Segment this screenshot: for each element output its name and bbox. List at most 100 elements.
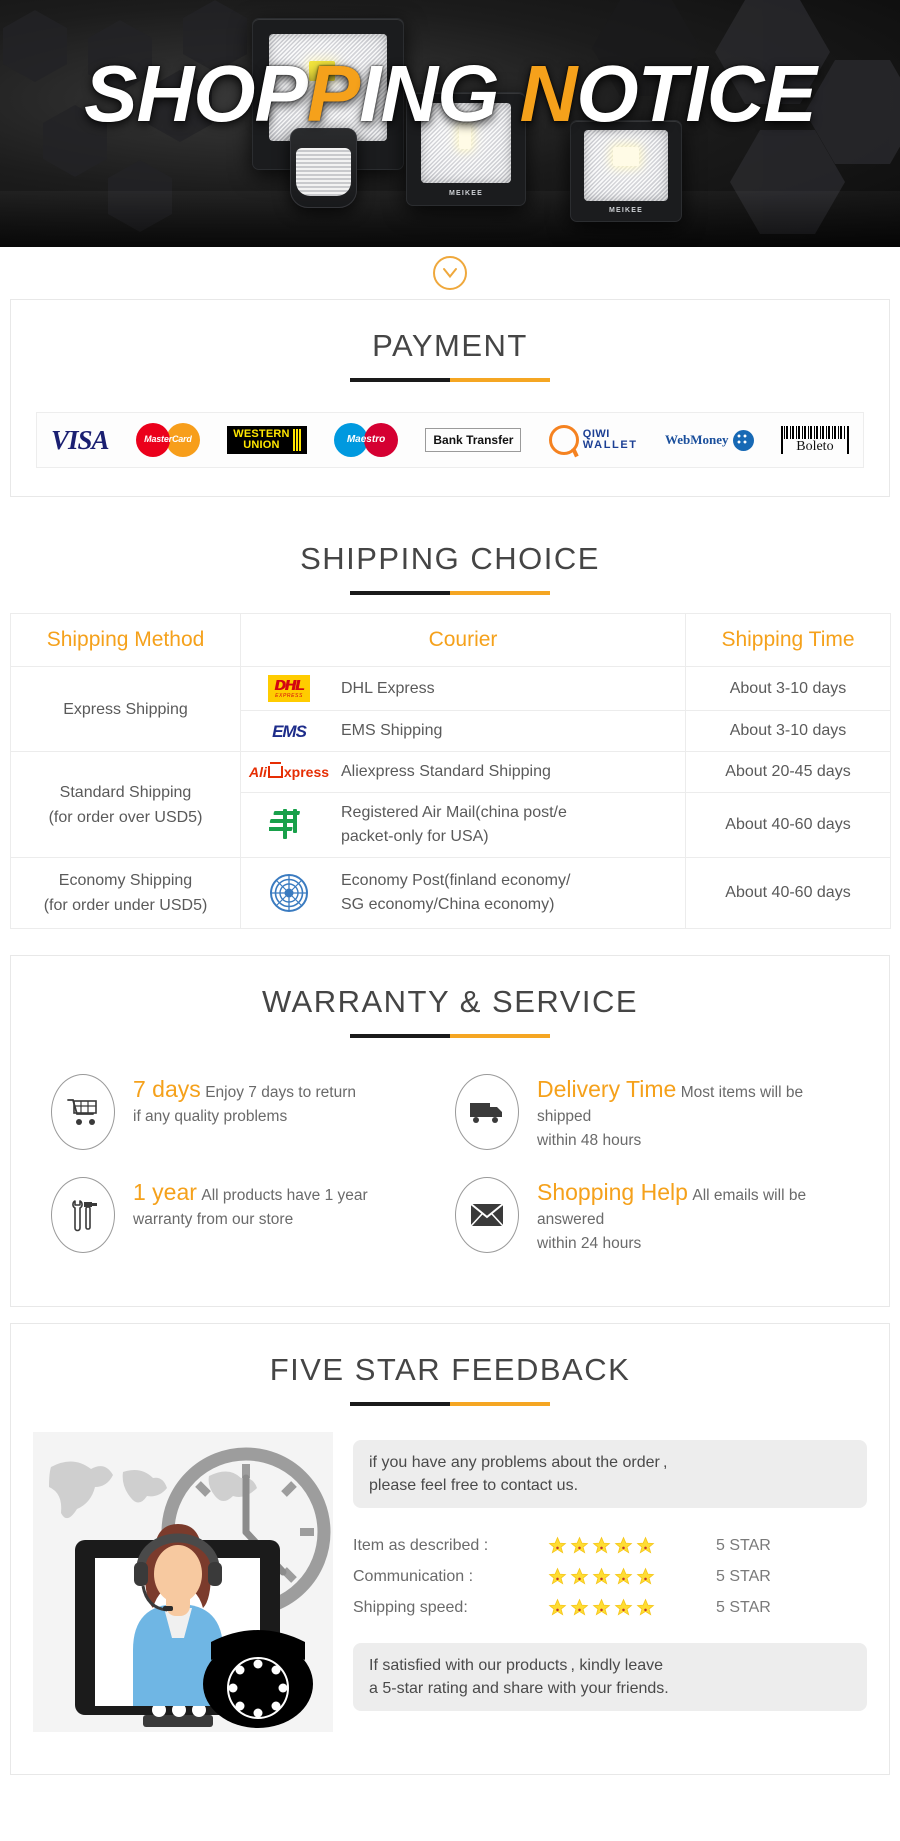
customer-service-agent-illustration xyxy=(33,1432,333,1732)
rating-label: Shipping speed: xyxy=(353,1598,468,1616)
tools-icon xyxy=(51,1177,115,1253)
method-line1: Economy Shipping xyxy=(58,872,193,889)
qiwi-mark-icon xyxy=(548,425,579,455)
cell-time: About 40-60 days xyxy=(685,857,891,929)
rating-label: Communication : xyxy=(353,1567,474,1585)
rating-value: 5 STAR xyxy=(716,1567,771,1585)
qiwi-line2: WALLET xyxy=(582,439,638,451)
cell-method-standard: Standard Shipping (for order over USD5) xyxy=(10,751,241,858)
star-icon xyxy=(570,1567,589,1585)
payment-method-boleto[interactable]: Boleto xyxy=(780,420,849,460)
star-icon xyxy=(592,1598,611,1616)
courier-name: EMS Shipping xyxy=(341,722,443,739)
bubble-top-line2: please feel free to contact us. xyxy=(369,1477,579,1494)
boleto-label: Boleto xyxy=(796,439,834,454)
cell-courier-china-post: Registered Air Mail(china post/e packet-… xyxy=(240,792,686,858)
chevron-down-icon[interactable] xyxy=(433,256,467,290)
bank-transfer-logo: Bank Transfer xyxy=(425,428,522,452)
star-icon xyxy=(592,1567,611,1585)
method-line1: Standard Shipping xyxy=(59,783,192,801)
feedback-bubble-top: if you have any problems about the order… xyxy=(353,1440,867,1508)
shipping-title: SHIPPING CHOICE xyxy=(300,541,600,576)
banner-title-seg5: OTICE xyxy=(576,49,816,138)
cell-courier-economy: Economy Post(finland economy/ SG economy… xyxy=(240,857,686,929)
shipping-table-header-row: Shipping Method Courier Shipping Time xyxy=(10,613,891,667)
header-shipping-time: Shipping Time xyxy=(685,613,891,667)
shopping-notice-page: MEIKEE MEIKEE MEIKEE SHOPPING NOTICE xyxy=(0,0,900,1791)
payment-method-western-union[interactable]: WESTERN UNION xyxy=(227,420,307,460)
star-icon xyxy=(548,1567,567,1585)
shopping-cart-icon xyxy=(51,1074,115,1150)
feedback-title: FIVE STAR FEEDBACK xyxy=(269,1352,631,1387)
scroll-hint xyxy=(0,247,900,299)
courier-name: Aliexpress Standard Shipping xyxy=(341,763,551,780)
rating-value: 5 STAR xyxy=(716,1598,771,1616)
feature-desc-line1: All products have 1 year xyxy=(201,1187,368,1204)
table-row: Standard Shipping (for order over USD5) … xyxy=(10,751,891,858)
star-rating xyxy=(548,1567,698,1586)
star-rating xyxy=(548,1598,698,1617)
star-icon xyxy=(548,1536,567,1554)
mastercard-logo: MasterCard xyxy=(135,423,200,457)
payment-method-qiwi[interactable]: QIWI WALLET xyxy=(548,420,638,460)
star-icon xyxy=(570,1598,589,1616)
courier-name: Registered Air Mail(china post/e packet-… xyxy=(341,801,567,849)
star-icon xyxy=(636,1598,655,1616)
payment-method-mastercard[interactable]: MasterCard xyxy=(135,420,200,460)
banner-title-seg4: N xyxy=(519,49,578,138)
warranty-feature-1-year: 1 year All products have 1 year warranty… xyxy=(51,1167,445,1266)
payment-method-visa[interactable]: VISA xyxy=(51,420,110,460)
star-icon xyxy=(548,1598,567,1616)
payment-methods-box: VISA MasterCard WESTERN UNION Maestro Ba… xyxy=(36,412,864,468)
list-item: Shipping speed: 5 STAR xyxy=(353,1592,867,1623)
shipping-table: Shipping Method Courier Shipping Time Ex… xyxy=(10,613,891,929)
warranty-feature-delivery-time: Delivery Time Most items will be shipped… xyxy=(455,1064,849,1163)
cell-courier-dhl: DHL EXPRESS DHL Express xyxy=(240,666,686,711)
table-row: Express Shipping DHL EXPRESS DHL Express … xyxy=(10,666,891,752)
banner-title-seg3: ING xyxy=(359,49,520,138)
cell-courier-aliexpress: Ali xpress Aliexpress Standard Shipping xyxy=(240,751,686,793)
star-icon xyxy=(636,1567,655,1585)
china-post-logo xyxy=(251,807,327,843)
star-icon xyxy=(570,1536,589,1554)
banner-title-seg2: P xyxy=(306,49,360,138)
feature-heading: 7 days xyxy=(133,1076,201,1102)
ems-logo: EMS xyxy=(272,721,307,741)
payment-method-maestro[interactable]: Maestro xyxy=(334,420,399,460)
envelope-icon xyxy=(455,1177,519,1253)
warranty-panel: WARRANTY & SERVICE 7 days Enjoy 7 days t… xyxy=(10,955,890,1307)
star-rating xyxy=(548,1536,698,1555)
feature-desc-line2: warranty from our store xyxy=(133,1211,294,1228)
payment-method-webmoney[interactable]: WebMoney xyxy=(665,420,754,460)
wu-line2: UNION xyxy=(243,439,280,451)
warranty-feature-shopping-help: Shopping Help All emails will be answere… xyxy=(455,1167,849,1266)
payment-method-bank-transfer[interactable]: Bank Transfer xyxy=(425,420,522,460)
courier-name: Economy Post(finland economy/ SG economy… xyxy=(341,869,570,917)
webmoney-logo: WebMoney xyxy=(665,429,754,451)
feature-heading: Delivery Time xyxy=(537,1076,677,1102)
feature-desc-line1: Enjoy 7 days to return xyxy=(205,1084,356,1101)
warranty-feature-7-days: 7 days Enjoy 7 days to return if any qua… xyxy=(51,1064,445,1163)
cell-time: About 40-60 days xyxy=(685,792,891,858)
rating-list: Item as described : 5 STAR Communication… xyxy=(353,1530,867,1623)
warranty-features: 7 days Enjoy 7 days to return if any qua… xyxy=(11,1038,889,1306)
method-line2: (for order under USD5) xyxy=(43,897,208,914)
bubble-bottom-line2: a 5-star rating and share with your frie… xyxy=(369,1680,669,1697)
cell-time: About 3-10 days xyxy=(685,710,891,752)
star-icon xyxy=(636,1536,655,1554)
cell-method-express: Express Shipping xyxy=(10,666,241,752)
hero-banner: MEIKEE MEIKEE MEIKEE SHOPPING NOTICE xyxy=(0,0,900,247)
cell-courier-ems: EMS EMS Shipping xyxy=(240,710,686,752)
qiwi-wallet-logo: QIWI WALLET xyxy=(548,425,638,455)
bubble-bottom-line1: If satisfied with our products , kindly … xyxy=(369,1657,664,1674)
payment-title-rule xyxy=(350,378,550,382)
feature-heading: 1 year xyxy=(133,1179,197,1205)
warranty-title: WARRANTY & SERVICE xyxy=(261,984,639,1019)
feedback-title-rule xyxy=(350,1402,550,1406)
cell-time: About 3-10 days xyxy=(685,666,891,711)
cell-time: About 20-45 days xyxy=(685,751,891,793)
feature-desc-line2: within 24 hours xyxy=(537,1235,642,1252)
rating-value: 5 STAR xyxy=(716,1536,771,1554)
feedback-bubble-bottom: If satisfied with our products , kindly … xyxy=(353,1643,867,1711)
dhl-logo: DHL EXPRESS xyxy=(251,675,327,702)
